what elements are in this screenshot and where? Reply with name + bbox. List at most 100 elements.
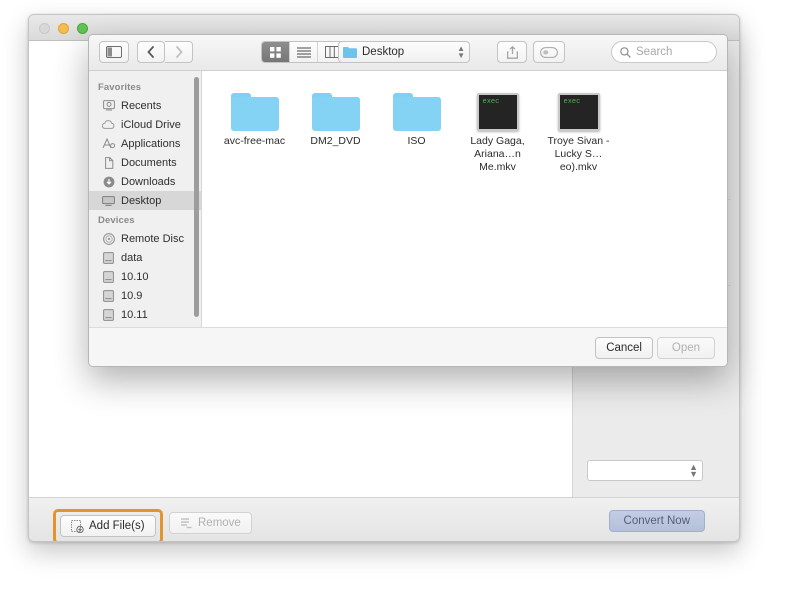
app-footer: Add File(s) Remove Convert Now [29, 497, 739, 541]
stepper-icon[interactable]: ▲ ▼ [689, 463, 698, 479]
exec-badge-label: exec [563, 98, 581, 106]
file-item-dm2-dvd[interactable]: DM2_DVD [295, 85, 376, 174]
chevron-right-icon [175, 46, 183, 58]
sidebar-toggle-button[interactable] [99, 41, 129, 63]
file-name: ISO [407, 135, 426, 147]
cloud-icon [102, 119, 115, 131]
view-mode-segmented-control [261, 41, 347, 63]
open-button[interactable]: Open [657, 337, 715, 359]
documents-icon [102, 156, 115, 169]
sidebar-toggle-icon [106, 46, 122, 58]
open-label: Open [671, 342, 701, 354]
value-stepper[interactable]: ▲ ▼ [587, 460, 703, 481]
sidebar-item-documents[interactable]: Documents [89, 153, 201, 172]
add-files-label: Add File(s) [89, 520, 145, 532]
downloads-icon [102, 176, 115, 188]
file-item-lady-gaga-mkv[interactable]: exec Lady Gaga, Ariana…n Me.mkv [457, 85, 538, 174]
file-name: DM2_DVD [310, 135, 361, 147]
list-view-icon [296, 46, 311, 58]
sidebar-item-desktop[interactable]: Desktop [89, 191, 201, 210]
cancel-button[interactable]: Cancel [595, 337, 653, 359]
add-files-highlight: Add File(s) [53, 509, 163, 541]
back-button[interactable] [137, 41, 165, 63]
sidebar-item-recents[interactable]: Recents [89, 96, 201, 115]
sidebar-item-label: Desktop [121, 194, 162, 207]
file-name: Lady Gaga, Ariana…n Me.mkv [470, 135, 525, 173]
sidebar-item-label: 10.9 [121, 289, 143, 302]
dialog-body: Favorites Recents iCloud Drive Applicati… [89, 71, 727, 327]
remove-button[interactable]: Remove [169, 512, 252, 534]
exec-badge-label: exec [482, 98, 500, 106]
sidebar-item-10-10[interactable]: 10.10 [89, 267, 201, 286]
convert-now-label: Convert Now [623, 515, 690, 527]
sidebar-item-applications[interactable]: Applications [89, 134, 201, 153]
close-button[interactable] [39, 23, 50, 34]
column-view-icon [325, 46, 339, 58]
file-list-area[interactable]: avc-free-mac DM2_DVD ISO exec Lady Gaga,… [202, 71, 727, 327]
disc-icon [102, 232, 115, 245]
dialog-toolbar: Desktop ▲ ▼ Search [89, 35, 727, 71]
remove-file-icon [181, 517, 192, 528]
search-icon [620, 46, 631, 58]
sidebar-item-label: iCloud Drive [121, 118, 181, 131]
path-label: Desktop [362, 46, 405, 58]
folder-icon [343, 47, 357, 58]
sidebar-item-label: Remote Disc [121, 232, 184, 245]
remove-button-wrap: Remove [169, 512, 252, 535]
add-files-button[interactable]: Add File(s) [60, 515, 156, 537]
file-item-iso[interactable]: ISO [376, 85, 457, 174]
file-name: avc-free-mac [223, 135, 286, 147]
exec-file-icon: exec [457, 85, 538, 131]
sidebar-item-label: Recents [121, 99, 162, 112]
icon-view-button[interactable] [262, 42, 290, 62]
sidebar-item-10-9[interactable]: 10.9 [89, 286, 201, 305]
sidebar-item-label: Downloads [121, 175, 176, 188]
convert-now-button[interactable]: Convert Now [608, 510, 705, 532]
minimize-button[interactable] [58, 23, 69, 34]
dialog-sidebar: Favorites Recents iCloud Drive Applicati… [89, 71, 202, 327]
cancel-label: Cancel [606, 342, 642, 354]
file-item-avc-free-mac[interactable]: avc-free-mac [214, 85, 295, 174]
drive-icon [102, 270, 115, 283]
folder-icon [214, 85, 295, 131]
grid-view-icon [270, 46, 281, 58]
window-controls [39, 23, 88, 34]
share-icon [506, 45, 518, 59]
sidebar-item-label: Documents [121, 156, 177, 169]
forward-button[interactable] [165, 41, 193, 63]
remove-label: Remove [198, 517, 241, 529]
path-popup-button[interactable]: Desktop ▲ ▼ [338, 41, 470, 63]
exec-file-icon: exec [538, 85, 619, 131]
drive-icon [102, 251, 115, 264]
sidebar-item-label: 10.10 [121, 270, 149, 283]
tag-button[interactable] [533, 41, 565, 63]
folder-icon [376, 85, 457, 131]
maximize-button[interactable] [77, 23, 88, 34]
chevron-left-icon [147, 46, 154, 58]
desktop-icon [102, 195, 115, 207]
search-placeholder: Search [636, 46, 673, 58]
list-view-button[interactable] [290, 42, 318, 62]
sidebar-item-remote-disc[interactable]: Remote Disc [89, 229, 201, 248]
applications-icon [102, 138, 115, 150]
sidebar-item-label: data [121, 251, 143, 264]
sidebar-item-downloads[interactable]: Downloads [89, 172, 201, 191]
stepper-icon[interactable]: ▲ ▼ [457, 45, 465, 60]
file-item-troye-sivan-mkv[interactable]: exec Troye Sivan - Lucky S…eo).mkv [538, 85, 619, 174]
sidebar-item-icloud-drive[interactable]: iCloud Drive [89, 115, 201, 134]
sidebar-item-label: Applications [121, 137, 181, 150]
screen: ▲ ▼ Add File(s) Remove Convert Now Deskt… [0, 0, 800, 600]
drive-icon [102, 289, 115, 302]
add-file-icon [71, 519, 84, 533]
sidebar-section-devices-title: Devices [98, 215, 135, 226]
sidebar-item-label: 10.11 [121, 308, 148, 321]
tag-icon [540, 46, 558, 58]
search-input[interactable]: Search [611, 41, 717, 63]
share-button[interactable] [497, 41, 527, 63]
sidebar-item-data[interactable]: data [89, 248, 201, 267]
sidebar-item-10-11[interactable]: 10.11 [89, 305, 201, 324]
file-grid: avc-free-mac DM2_DVD ISO exec Lady Gaga,… [214, 85, 727, 174]
sidebar-scrollbar[interactable] [194, 77, 199, 317]
sidebar-section-favorites-title: Favorites [98, 82, 142, 93]
open-file-dialog: Desktop ▲ ▼ Search Favorites Recents iCl… [88, 34, 728, 367]
